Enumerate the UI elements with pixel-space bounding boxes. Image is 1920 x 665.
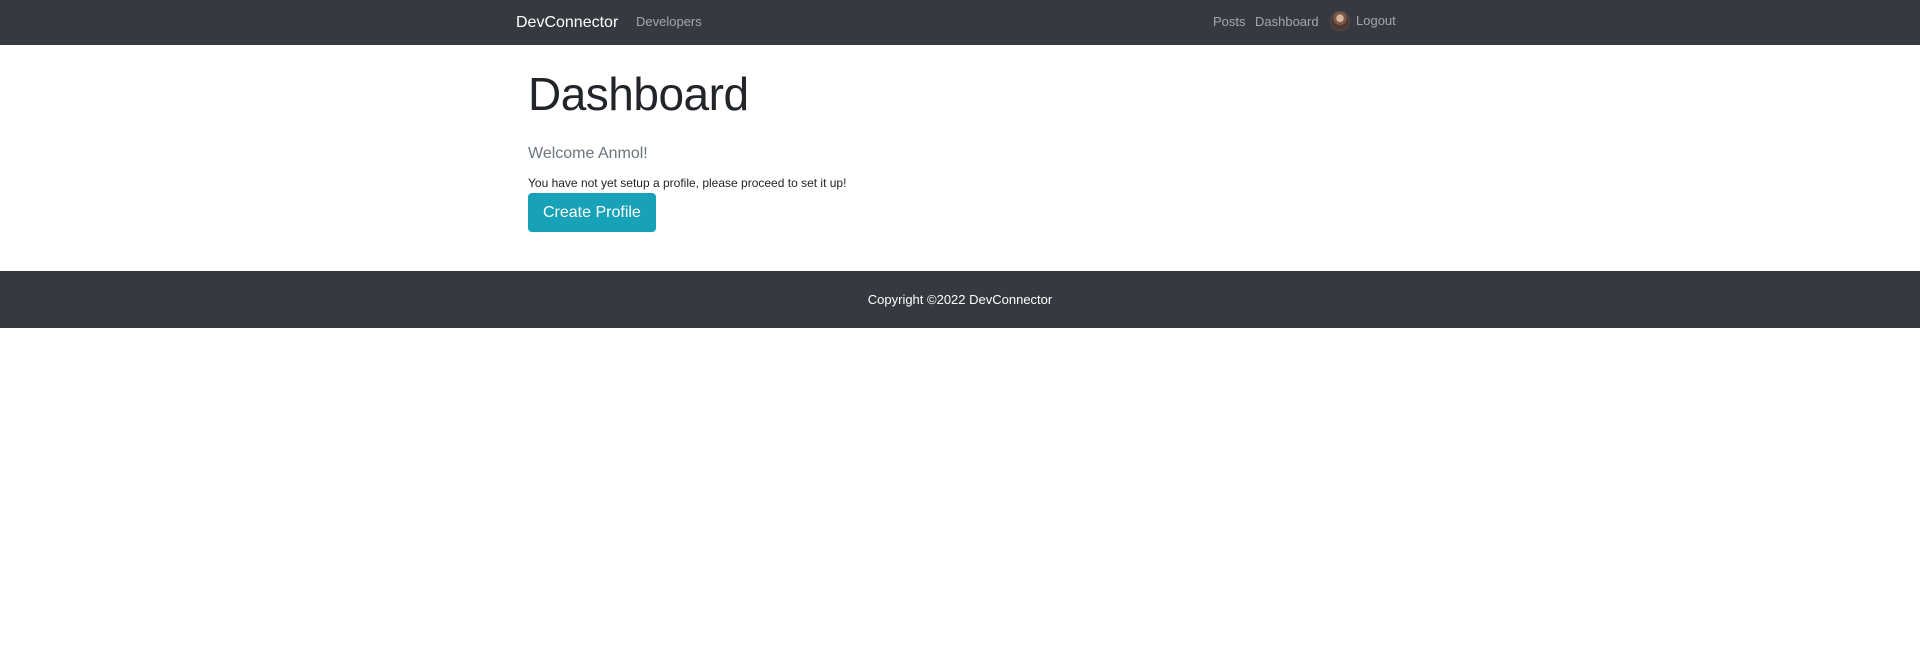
page-title: Dashboard	[528, 68, 749, 120]
user-avatar-icon	[1330, 11, 1350, 31]
welcome-message: Welcome Anmol!	[528, 145, 648, 162]
top-navbar: DevConnector Developers Posts Dashboard …	[0, 0, 1920, 45]
create-profile-button[interactable]: Create Profile	[528, 193, 656, 232]
footer-copyright: Copyright ©2022 DevConnector	[867, 292, 1053, 307]
nav-developers-link[interactable]: Developers	[636, 14, 702, 30]
nav-posts-link[interactable]: Posts	[1213, 14, 1246, 30]
footer: Copyright ©2022 DevConnector	[0, 271, 1920, 328]
profile-notice: You have not yet setup a profile, please…	[528, 176, 847, 190]
logout-label: Logout	[1356, 13, 1396, 28]
nav-dashboard-link[interactable]: Dashboard	[1255, 14, 1319, 30]
brand-link[interactable]: DevConnector	[516, 13, 618, 33]
nav-logout-link[interactable]: Logout	[1330, 11, 1396, 31]
